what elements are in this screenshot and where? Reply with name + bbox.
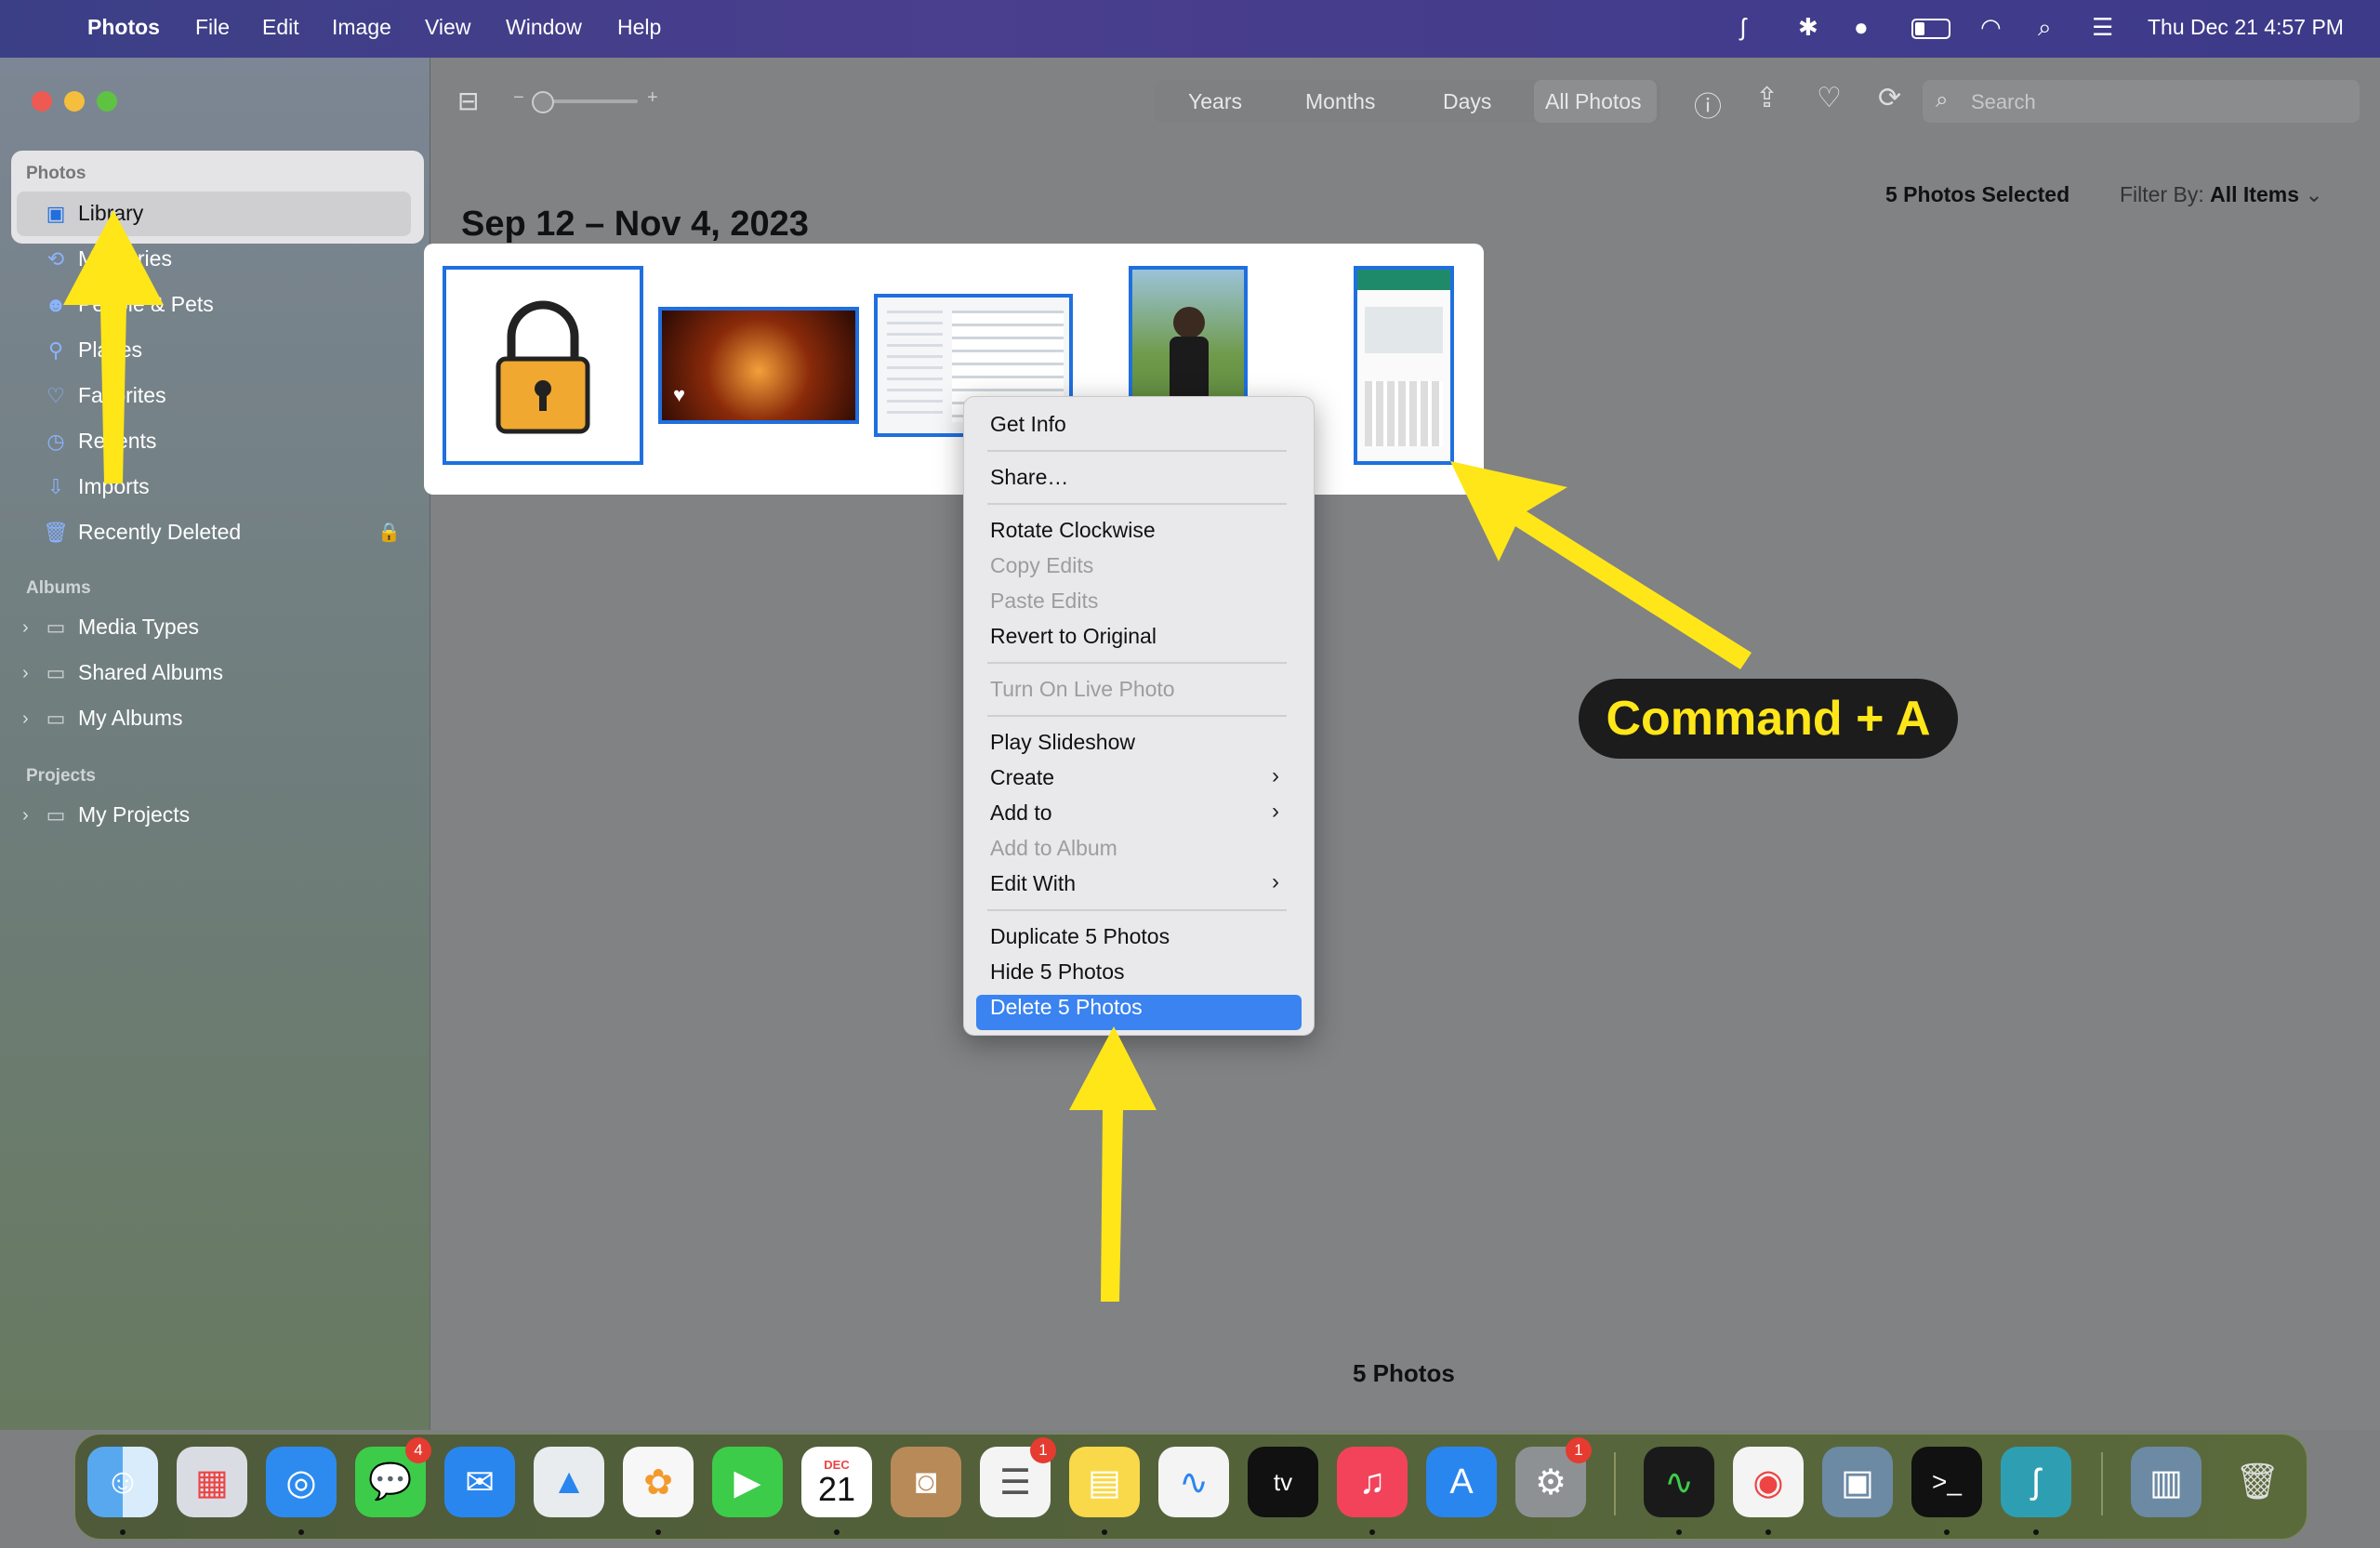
running-indicator — [2033, 1529, 2039, 1535]
settings-badge: 1 — [1566, 1437, 1592, 1463]
dock-contacts-icon[interactable]: ◙ — [891, 1447, 961, 1517]
dock-activity-monitor-icon[interactable]: ∿ — [1644, 1447, 1714, 1517]
dock-launchpad-icon[interactable]: ▦ — [177, 1447, 247, 1517]
dock-calendar-icon[interactable]: DEC 21 — [801, 1447, 872, 1517]
dock-finder-icon[interactable]: ☺ — [87, 1447, 158, 1517]
dock-safari-icon[interactable]: ◎ — [266, 1447, 337, 1517]
arrow-up-library — [63, 210, 164, 483]
arrow-to-last-photo — [1450, 461, 1752, 669]
dock-notes-icon[interactable]: ▤ — [1069, 1447, 1140, 1517]
dock-divider — [2101, 1452, 2103, 1515]
dock-maps-icon[interactable]: ▲ — [534, 1447, 604, 1517]
calendar-day: 21 — [817, 1469, 856, 1508]
dock-downloads-stack-icon[interactable]: ▥ — [2131, 1447, 2202, 1517]
dock-app-store-icon[interactable]: A — [1426, 1447, 1497, 1517]
dock-photos-icon[interactable]: ✿ — [623, 1447, 694, 1517]
dock-preview-icon[interactable]: ▣ — [1822, 1447, 1893, 1517]
messages-badge: 4 — [405, 1437, 431, 1463]
dock-facetime-icon[interactable]: ▶ — [712, 1447, 783, 1517]
dock-freeform-icon[interactable]: ∿ — [1158, 1447, 1229, 1517]
dock-script-icon[interactable]: ʃ — [2001, 1447, 2071, 1517]
running-indicator — [834, 1529, 840, 1535]
running-indicator — [655, 1529, 661, 1535]
running-indicator — [120, 1529, 126, 1535]
dock-music-icon[interactable]: ♫ — [1337, 1447, 1408, 1517]
command-a-label: Command + A — [1579, 679, 1958, 759]
dock-trash-icon[interactable]: 🗑 — [2222, 1447, 2293, 1517]
running-indicator — [298, 1529, 304, 1535]
running-indicator — [1765, 1529, 1771, 1535]
dock-tv-icon[interactable]: tv — [1248, 1447, 1318, 1517]
dock-chrome-icon[interactable]: ◉ — [1733, 1447, 1804, 1517]
running-indicator — [1944, 1529, 1950, 1535]
running-indicator — [1102, 1529, 1107, 1535]
dock-mail-icon[interactable]: ✉ — [444, 1447, 515, 1517]
dock-divider — [1614, 1452, 1616, 1515]
arrow-up-delete — [1069, 1026, 1157, 1302]
dock-terminal-icon[interactable]: >_ — [1911, 1447, 1982, 1517]
running-indicator — [1369, 1529, 1375, 1535]
annotation-arrows — [63, 210, 1752, 1302]
running-indicator — [1676, 1529, 1682, 1535]
reminders-badge: 1 — [1030, 1437, 1056, 1463]
